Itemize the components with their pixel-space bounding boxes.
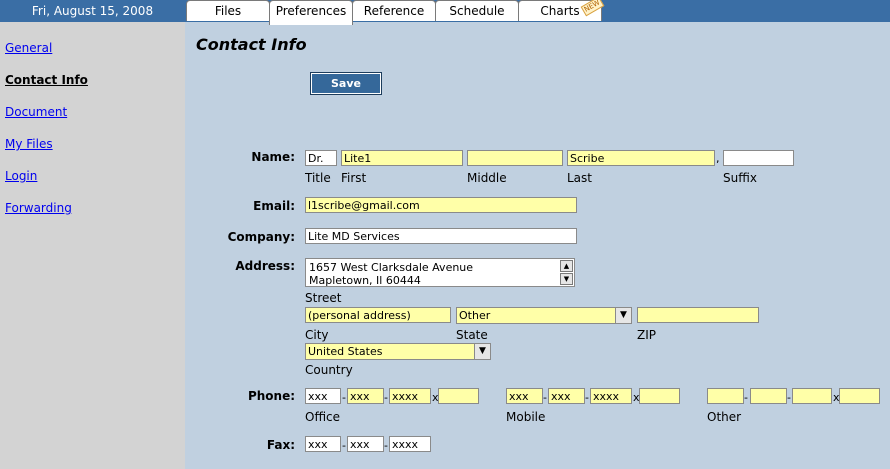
company-input[interactable]: Lite MD Services bbox=[305, 228, 577, 244]
address-label: Address: bbox=[235, 259, 295, 273]
state-select-value: Other bbox=[459, 309, 491, 322]
page-title: Contact Info bbox=[196, 35, 307, 54]
zip-input[interactable] bbox=[637, 307, 759, 323]
new-badge: NEW bbox=[581, 0, 605, 17]
state-select[interactable]: Other ▼ bbox=[456, 307, 632, 324]
other-sublabel: Other bbox=[707, 410, 742, 424]
office-prefix-input[interactable]: xxx bbox=[347, 388, 384, 404]
company-label: Company: bbox=[227, 230, 295, 244]
tab-reference[interactable]: Reference bbox=[352, 0, 436, 21]
name-middle-input[interactable] bbox=[467, 150, 563, 166]
name-suffix-sublabel: Suffix bbox=[723, 171, 757, 185]
fax-area-input[interactable]: xxx bbox=[305, 436, 341, 452]
chevron-down-icon[interactable]: ▼ bbox=[615, 308, 631, 323]
mobile-prefix-input[interactable]: xxx bbox=[548, 388, 585, 404]
tab-charts[interactable]: Charts NEW bbox=[518, 0, 605, 21]
email-label: Email: bbox=[253, 199, 295, 213]
city-input[interactable]: (personal address) bbox=[305, 307, 451, 323]
phone-label: Phone: bbox=[247, 389, 295, 403]
street-line-2: Mapletown, Il 60444 bbox=[309, 274, 421, 287]
dash: - bbox=[342, 439, 346, 452]
save-button[interactable]: Save bbox=[310, 72, 382, 95]
name-middle-sublabel: Middle bbox=[467, 171, 507, 185]
other-ext-input[interactable] bbox=[839, 388, 880, 404]
name-suffix-input[interactable] bbox=[723, 150, 794, 166]
name-last-sublabel: Last bbox=[567, 171, 592, 185]
mobile-area-input[interactable]: xxx bbox=[506, 388, 543, 404]
name-title-input[interactable]: Dr. bbox=[305, 150, 337, 166]
sidebar-item-document[interactable]: Document bbox=[5, 105, 67, 119]
other-area-input[interactable] bbox=[707, 388, 744, 404]
name-first-sublabel: First bbox=[341, 171, 367, 185]
dash: - bbox=[342, 391, 346, 404]
name-title-sublabel: Title bbox=[305, 171, 331, 185]
fax-label: Fax: bbox=[266, 438, 295, 452]
dash: - bbox=[744, 391, 748, 404]
office-line-input[interactable]: xxxx bbox=[389, 388, 431, 404]
tab-schedule[interactable]: Schedule bbox=[435, 0, 519, 21]
sidebar bbox=[0, 22, 185, 469]
name-comma: , bbox=[716, 152, 720, 165]
name-label: Name: bbox=[251, 150, 295, 164]
office-sublabel: Office bbox=[305, 410, 341, 424]
city-sublabel: City bbox=[305, 328, 329, 342]
email-input[interactable]: l1scribe@gmail.com bbox=[305, 197, 577, 213]
tab-preferences[interactable]: Preferences bbox=[269, 0, 353, 25]
sidebar-item-forwarding[interactable]: Forwarding bbox=[5, 201, 72, 215]
mobile-line-input[interactable]: xxxx bbox=[590, 388, 632, 404]
fax-prefix-input[interactable]: xxx bbox=[347, 436, 384, 452]
scroll-up-icon[interactable]: ▲ bbox=[560, 260, 573, 272]
dash: - bbox=[384, 439, 388, 452]
tab-charts-label: Charts bbox=[540, 4, 580, 18]
zip-sublabel: ZIP bbox=[637, 328, 656, 342]
sidebar-item-contact-info[interactable]: Contact Info bbox=[5, 73, 88, 87]
country-select[interactable]: United States ▼ bbox=[305, 343, 491, 360]
office-ext-input[interactable] bbox=[438, 388, 479, 404]
street-sublabel: Street bbox=[305, 291, 342, 305]
dash: - bbox=[543, 391, 547, 404]
mobile-ext-input[interactable] bbox=[639, 388, 680, 404]
sidebar-item-my-files[interactable]: My Files bbox=[5, 137, 53, 151]
name-first-input[interactable]: Lite1 bbox=[341, 150, 463, 166]
mobile-sublabel: Mobile bbox=[506, 410, 546, 424]
tab-files[interactable]: Files bbox=[186, 0, 270, 21]
office-area-input[interactable]: xxx bbox=[305, 388, 341, 404]
dash: - bbox=[787, 391, 791, 404]
sidebar-item-login[interactable]: Login bbox=[5, 169, 37, 183]
street-textarea[interactable]: 1657 West Clarksdale Avenue Mapletown, I… bbox=[305, 258, 575, 287]
country-select-value: United States bbox=[308, 345, 383, 358]
other-line-input[interactable] bbox=[792, 388, 832, 404]
dash: - bbox=[384, 391, 388, 404]
chevron-down-icon[interactable]: ▼ bbox=[474, 344, 490, 359]
fax-line-input[interactable]: xxxx bbox=[389, 436, 431, 452]
other-prefix-input[interactable] bbox=[750, 388, 787, 404]
current-date: Fri, August 15, 2008 bbox=[31, 4, 154, 18]
state-sublabel: State bbox=[456, 328, 488, 342]
scroll-down-icon[interactable]: ▼ bbox=[560, 273, 573, 285]
sidebar-item-general[interactable]: General bbox=[5, 41, 52, 55]
street-line-1: 1657 West Clarksdale Avenue bbox=[309, 261, 474, 274]
dash: - bbox=[585, 391, 589, 404]
country-sublabel: Country bbox=[305, 363, 353, 377]
name-last-input[interactable]: Scribe bbox=[567, 150, 715, 166]
